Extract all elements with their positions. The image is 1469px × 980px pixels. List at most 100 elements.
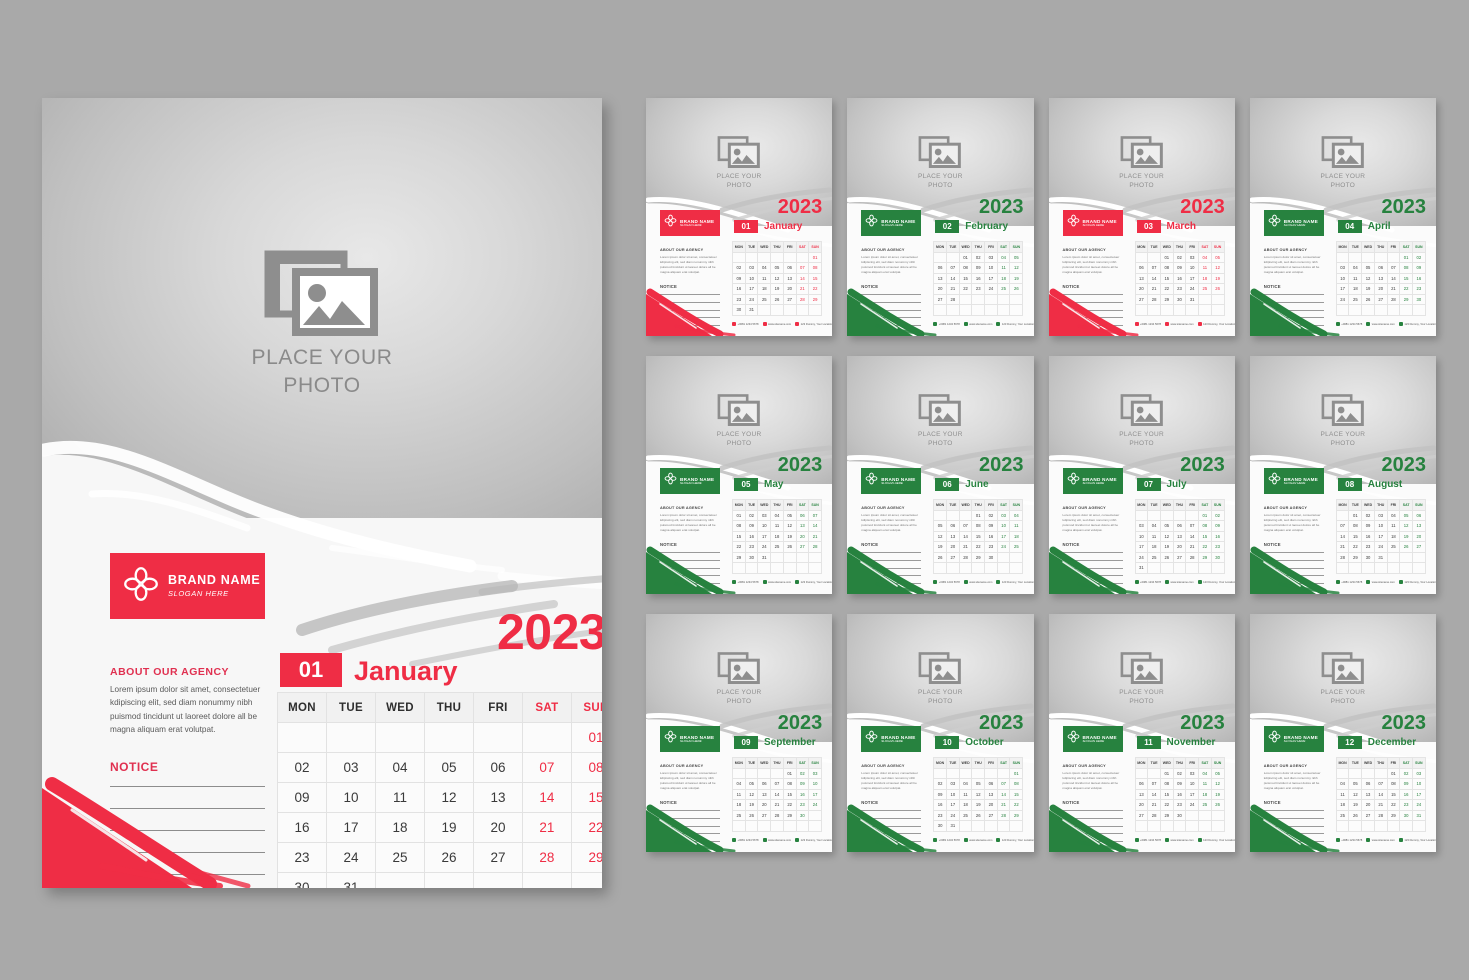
- calendar-day-cell[interactable]: 25: [1198, 283, 1212, 295]
- calendar-day-cell[interactable]: 09: [1399, 778, 1413, 790]
- calendar-day-cell[interactable]: 26: [744, 809, 759, 821]
- calendar-day-cell[interactable]: 22: [570, 812, 602, 843]
- calendar-day-cell[interactable]: [808, 820, 822, 832]
- month-thumbnail-february[interactable]: PLACE YOUR PHOTO BRAND NAME SLOGAN HERE …: [847, 98, 1034, 336]
- calendar-day-cell[interactable]: [732, 251, 746, 263]
- calendar-day-cell[interactable]: 13: [984, 788, 998, 800]
- calendar-day-cell[interactable]: 03: [984, 251, 998, 263]
- contact-website[interactable]: www.sitename.com: [762, 838, 791, 842]
- calendar-day-cell[interactable]: 13: [757, 788, 772, 800]
- calendar-day-cell[interactable]: 04: [1386, 509, 1401, 521]
- calendar-day-cell[interactable]: 21: [770, 799, 784, 811]
- calendar-day-cell[interactable]: 11: [1348, 272, 1363, 284]
- thumbnail-calendar-grid[interactable]: MON TUE WED THU FRI SAT SUN 01 02 03 04 05 06 07 08 09 1…: [732, 241, 822, 316]
- calendar-day-cell[interactable]: 11: [1386, 520, 1401, 532]
- calendar-day-cell[interactable]: [770, 304, 784, 316]
- calendar-day-cell[interactable]: 18: [958, 799, 973, 811]
- calendar-day-cell[interactable]: 07: [1335, 520, 1350, 532]
- calendar-day-cell[interactable]: [1159, 509, 1174, 521]
- calendar-day-cell[interactable]: 08: [1198, 520, 1212, 532]
- calendar-day-cell[interactable]: 14: [1147, 788, 1161, 800]
- calendar-day-cell[interactable]: 21: [795, 283, 810, 295]
- calendar-day-cell[interactable]: 25: [757, 293, 772, 305]
- calendar-day-cell[interactable]: 16: [1172, 788, 1187, 800]
- calendar-day-cell[interactable]: [945, 304, 960, 316]
- calendar-day-cell[interactable]: 09: [795, 778, 810, 790]
- calendar-day-cell[interactable]: 20: [757, 799, 772, 811]
- calendar-day-cell[interactable]: [984, 562, 998, 574]
- calendar-day-cell[interactable]: 14: [996, 788, 1011, 800]
- calendar-day-cell[interactable]: 07: [958, 520, 973, 532]
- calendar-day-cell[interactable]: [1399, 562, 1413, 574]
- calendar-day-cell[interactable]: 11: [958, 788, 973, 800]
- calendar-day-cell[interactable]: 20: [795, 530, 810, 542]
- calendar-day-cell[interactable]: [1009, 562, 1024, 574]
- calendar-day-cell[interactable]: 01: [570, 722, 602, 753]
- calendar-day-cell[interactable]: 07: [521, 752, 572, 783]
- calendar-day-cell[interactable]: [1411, 562, 1426, 574]
- calendar-day-cell[interactable]: [795, 562, 810, 574]
- calendar-day-cell[interactable]: 30: [795, 809, 810, 821]
- calendar-day-cell[interactable]: [1185, 509, 1200, 521]
- calendar-day-cell[interactable]: [1335, 767, 1350, 779]
- calendar-day-cell[interactable]: 08: [958, 262, 973, 274]
- calendar-day-cell[interactable]: [374, 722, 425, 753]
- calendar-day-cell[interactable]: 04: [732, 778, 746, 790]
- calendar-day-cell[interactable]: 24: [945, 809, 960, 821]
- calendar-day-cell[interactable]: 07: [1373, 778, 1388, 790]
- calendar-day-cell[interactable]: 03: [1335, 262, 1350, 274]
- month-thumbnail-october[interactable]: PLACE YOUR PHOTO BRAND NAME SLOGAN HERE …: [847, 614, 1034, 852]
- calendar-day-cell[interactable]: 07: [1147, 262, 1161, 274]
- calendar-day-cell[interactable]: 11: [996, 262, 1011, 274]
- calendar-day-cell[interactable]: 05: [971, 778, 986, 790]
- calendar-day-cell[interactable]: 09: [1411, 262, 1426, 274]
- calendar-day-cell[interactable]: 24: [326, 842, 376, 873]
- calendar-day-cell[interactable]: 17: [945, 799, 960, 811]
- calendar-day-cell[interactable]: [933, 767, 947, 779]
- brand-badge[interactable]: BRAND NAME SLOGAN HERE: [861, 726, 922, 752]
- calendar-day-cell[interactable]: 22: [1198, 541, 1212, 553]
- calendar-day-cell[interactable]: [1159, 820, 1174, 832]
- calendar-day-cell[interactable]: [1386, 251, 1401, 263]
- calendar-day-cell[interactable]: 28: [795, 293, 810, 305]
- calendar-day-cell[interactable]: 25: [1386, 541, 1401, 553]
- calendar-day-cell[interactable]: 19: [1361, 283, 1375, 295]
- calendar-day-cell[interactable]: 27: [945, 551, 960, 563]
- brand-badge[interactable]: BRAND NAME SLOGAN HERE: [1062, 468, 1123, 494]
- calendar-day-cell[interactable]: 23: [1361, 541, 1375, 553]
- calendar-day-cell[interactable]: 02: [1361, 509, 1375, 521]
- calendar-day-cell[interactable]: 20: [1172, 541, 1187, 553]
- calendar-day-cell[interactable]: 06: [1361, 778, 1375, 790]
- calendar-day-cell[interactable]: 02: [744, 509, 759, 521]
- calendar-day-cell[interactable]: 26: [1348, 809, 1363, 821]
- month-thumbnail-november[interactable]: PLACE YOUR PHOTO BRAND NAME SLOGAN HERE …: [1048, 614, 1235, 852]
- calendar-day-cell[interactable]: 22: [1159, 799, 1174, 811]
- contact-address[interactable]: 123 Dummy, Your Location: [1197, 580, 1235, 584]
- calendar-day-cell[interactable]: 08: [1386, 778, 1401, 790]
- calendar-day-cell[interactable]: [744, 767, 759, 779]
- calendar-day-cell[interactable]: 04: [1348, 262, 1363, 274]
- calendar-day-cell[interactable]: [1185, 820, 1200, 832]
- calendar-day-cell[interactable]: [1386, 304, 1401, 316]
- calendar-day-cell[interactable]: 12: [1210, 778, 1225, 790]
- thumbnail-calendar-grid[interactable]: MON TUE WED THU FRI SAT SUN 01 02 03 04 05 06 07 08 09 1…: [1134, 757, 1225, 832]
- calendar-day-cell[interactable]: 15: [958, 272, 973, 284]
- calendar-day-cell[interactable]: [996, 767, 1011, 779]
- calendar-day-cell[interactable]: 16: [984, 530, 998, 542]
- calendar-day-cell[interactable]: 24: [1185, 283, 1200, 295]
- brand-badge[interactable]: BRAND NAME SLOGAN HERE: [110, 553, 265, 619]
- calendar-day-cell[interactable]: 02: [1411, 251, 1426, 263]
- calendar-day-cell[interactable]: 01: [1159, 767, 1174, 779]
- calendar-day-cell[interactable]: 05: [1348, 778, 1363, 790]
- calendar-day-cell[interactable]: 20: [782, 283, 797, 295]
- calendar-day-cell[interactable]: 11: [1147, 530, 1161, 542]
- calendar-day-cell[interactable]: 06: [782, 262, 797, 274]
- calendar-day-cell[interactable]: 28: [1147, 293, 1161, 305]
- thumbnail-calendar-grid[interactable]: MON TUE WED THU FRI SAT SUN 01 02 03 04 05 06 07 08 09 1…: [1134, 499, 1225, 574]
- calendar-day-cell[interactable]: 18: [1198, 788, 1212, 800]
- calendar-day-cell[interactable]: 03: [744, 262, 759, 274]
- contact-address[interactable]: 123 Dummy, Your Location: [996, 322, 1034, 326]
- calendar-day-cell[interactable]: 13: [1172, 530, 1187, 542]
- calendar-day-cell[interactable]: 31: [1185, 293, 1200, 305]
- calendar-day-cell[interactable]: 26: [1159, 551, 1174, 563]
